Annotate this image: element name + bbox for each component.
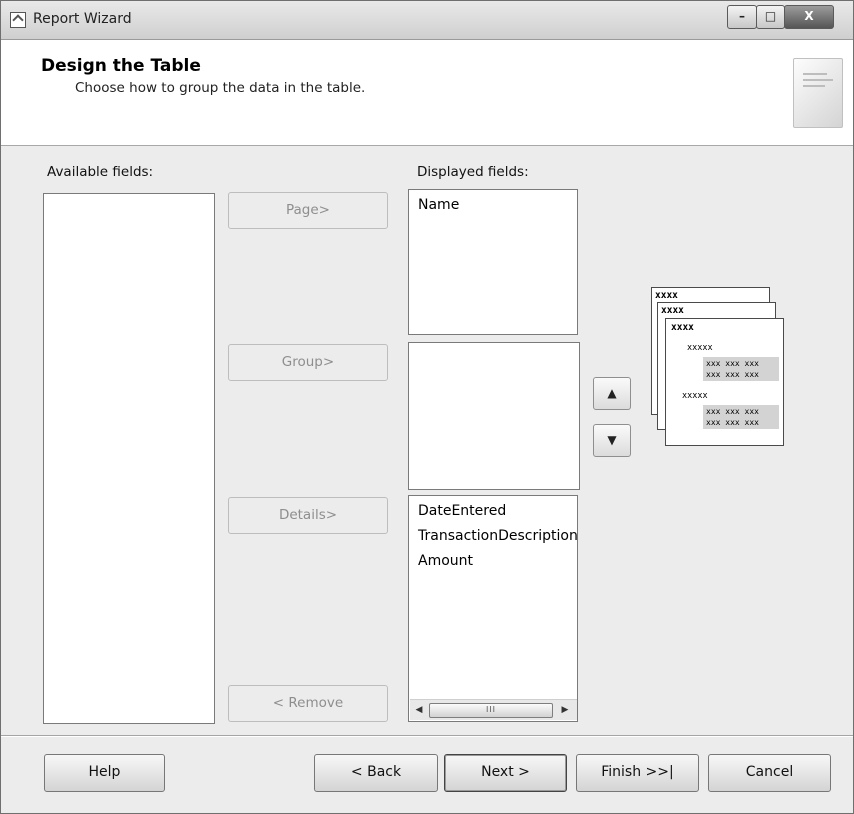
document-graphic-icon: [793, 58, 843, 128]
horizontal-scrollbar[interactable]: ◀ III ▶: [410, 699, 577, 720]
next-button[interactable]: Next >: [444, 754, 567, 792]
scroll-thumb[interactable]: III: [429, 703, 553, 718]
displayed-fields-label: Displayed fields:: [417, 164, 529, 180]
preview-detail-row: xxx xxx xxx: [706, 418, 759, 427]
finish-button[interactable]: Finish >>|: [576, 754, 699, 792]
page-subtitle: Choose how to group the data in the tabl…: [75, 80, 366, 96]
help-button[interactable]: Help: [44, 754, 165, 792]
page-fields-list[interactable]: Name: [408, 189, 578, 335]
preview-detail-row: xxx xxx xxx: [706, 407, 759, 416]
preview-card-front: xxxx xxxxx xxx xxx xxx xxx xxx xxx xxxxx…: [665, 318, 784, 446]
scroll-right-icon[interactable]: ▶: [558, 702, 572, 718]
preview-group-text: xxxxx: [682, 391, 708, 401]
report-wizard-icon: [10, 12, 26, 28]
preview-header-text: xxxx: [655, 290, 678, 301]
page-move-button[interactable]: Page>: [228, 192, 388, 229]
back-button[interactable]: < Back: [314, 754, 438, 792]
arrow-down-icon: ▼: [607, 433, 617, 447]
close-button[interactable]: X: [784, 5, 834, 29]
preview-detail-block: xxx xxx xxx xxx xxx xxx: [703, 357, 779, 381]
available-fields-list[interactable]: [43, 193, 215, 724]
preview-group-text: xxxxx: [687, 343, 713, 353]
window-title: Report Wizard: [33, 11, 132, 27]
available-fields-label: Available fields:: [47, 164, 154, 180]
remove-button[interactable]: < Remove: [228, 685, 388, 722]
title-bar[interactable]: Report Wizard – □ X: [1, 1, 853, 40]
list-item[interactable]: Name: [409, 193, 577, 218]
maximize-button[interactable]: □: [756, 5, 785, 29]
details-fields-list[interactable]: DateEntered TransactionDescription Amoun…: [408, 495, 578, 722]
cancel-button[interactable]: Cancel: [708, 754, 831, 792]
page-title: Design the Table: [41, 56, 201, 76]
list-item[interactable]: Amount: [409, 549, 577, 574]
resize-grip-icon[interactable]: [841, 801, 851, 811]
footer-separator: [1, 735, 853, 737]
arrow-up-icon: ▲: [607, 386, 617, 400]
minimize-button[interactable]: –: [727, 5, 757, 29]
table-layout-preview: xxxx xxxx xxxx xxxxx xxx xxx xxx xxx xxx…: [651, 287, 786, 457]
list-item[interactable]: DateEntered: [409, 499, 577, 524]
wizard-header: Design the Table Choose how to group the…: [1, 40, 853, 146]
details-move-button[interactable]: Details>: [228, 497, 388, 534]
group-move-button[interactable]: Group>: [228, 344, 388, 381]
preview-detail-row: xxx xxx xxx: [706, 370, 759, 379]
preview-detail-row: xxx xxx xxx: [706, 359, 759, 368]
preview-detail-block: xxx xxx xxx xxx xxx xxx: [703, 405, 779, 429]
move-up-button[interactable]: ▲: [593, 377, 631, 410]
group-fields-list[interactable]: [408, 342, 580, 490]
report-wizard-window: Report Wizard – □ X Design the Table Cho…: [0, 0, 854, 814]
preview-header-text: xxxx: [661, 305, 684, 316]
list-item[interactable]: TransactionDescription: [409, 524, 577, 549]
move-down-button[interactable]: ▼: [593, 424, 631, 457]
scroll-left-icon[interactable]: ◀: [412, 702, 426, 718]
preview-header-text: xxxx: [671, 322, 694, 333]
